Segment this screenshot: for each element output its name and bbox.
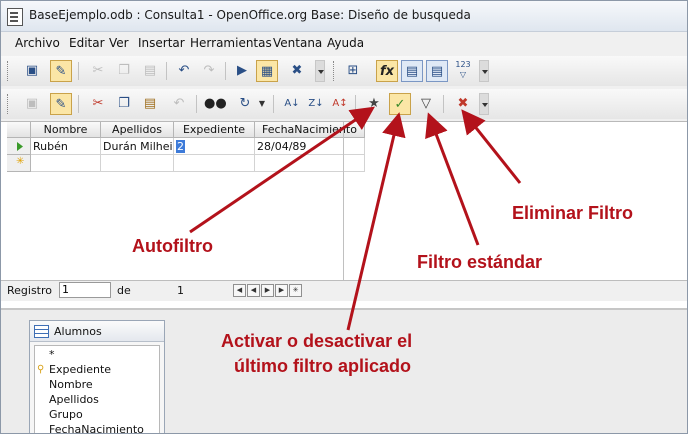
arrow-filtro-estandar xyxy=(425,112,480,246)
annotation-eliminar-filtro: Eliminar Filtro xyxy=(512,203,634,223)
annotation-activar-line1: Activar o desactivar el xyxy=(221,331,413,351)
annotation-filtro-estandar: Filtro estándar xyxy=(417,252,543,272)
arrow-eliminar-filtro xyxy=(461,109,522,184)
annotation-autofiltro: Autofiltro xyxy=(132,236,213,256)
annotation-activar-line2: último filtro aplicado xyxy=(234,356,412,376)
arrow-activar-filtro xyxy=(346,112,406,331)
arrow-autofiltro xyxy=(189,106,375,234)
